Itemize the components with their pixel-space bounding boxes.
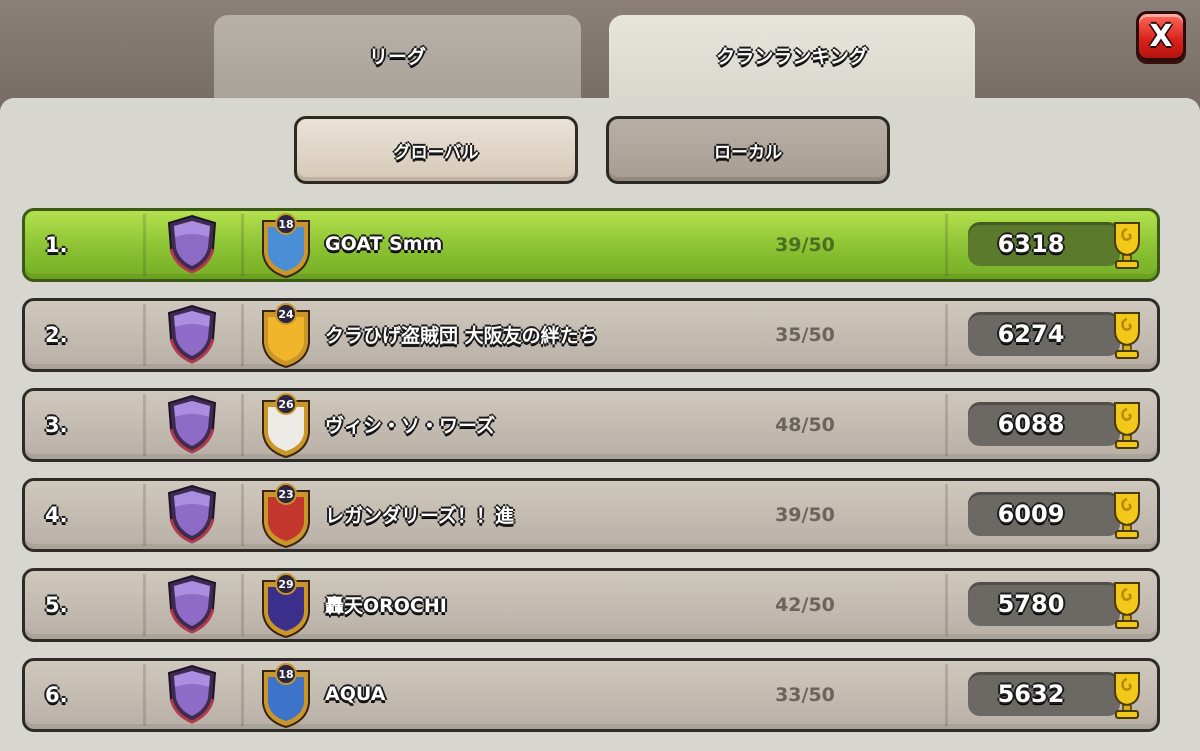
clan-level: 29 [278,578,293,591]
row-divider [241,574,244,636]
clan-level: 18 [278,668,293,681]
rank-number: 2. [45,323,68,347]
row-divider [143,214,146,276]
legend-league-icon [167,394,217,454]
flame-badge-icon: 29 [262,573,310,639]
clan-row[interactable]: 2. 24 クラひげ盗賊団 大阪友の絆たち 35/50 6274 [22,298,1160,372]
row-divider [241,484,244,546]
clan-row[interactable]: 1. 18 GOAT Smm 39/50 6318 [22,208,1160,282]
clan-name[interactable]: ヴィシ・ソ・ワーズ [325,391,495,457]
row-divider [241,304,244,366]
trophy-icon [1114,582,1140,629]
flame-badge-icon: 23 [262,483,310,549]
clan-name[interactable]: AQUA [325,661,385,727]
row-divider [143,304,146,366]
tab-clan-ranking[interactable]: クランランキング [609,15,975,111]
clan-row[interactable]: 3. 26 ヴィシ・ソ・ワーズ 48/50 6088 [22,388,1160,462]
row-divider [143,574,146,636]
row-divider [945,484,948,546]
clan-level: 23 [278,488,293,501]
rank-number: 4. [45,503,68,527]
member-count: 42/50 [775,594,835,616]
clan-row[interactable]: 4. 23 レガンダリーズ！！進 39/50 6009 [22,478,1160,552]
trophy-icon [1114,492,1140,539]
trophy-count: 6274 [968,312,1120,356]
row-divider [143,394,146,456]
striped-shield-badge-icon: 18 [262,663,310,729]
row-divider [241,664,244,726]
member-count: 39/50 [775,504,835,526]
blank-shield-badge-icon: 26 [262,393,310,459]
clan-name[interactable]: GOAT Smm [325,211,442,277]
rank-number: 5. [45,593,68,617]
member-count: 35/50 [775,324,835,346]
row-divider [945,214,948,276]
rank-number: 3. [45,413,68,437]
clan-name[interactable]: クラひげ盗賊団 大阪友の絆たち [325,301,598,367]
clan-row[interactable]: 5. 29 轟天OROCHI 42/50 5780 [22,568,1160,642]
clan-row[interactable]: 6. 18 AQUA 33/50 5632 [22,658,1160,732]
legend-league-icon [167,664,217,724]
member-count: 48/50 [775,414,835,436]
subtab-global[interactable]: グローバル [294,116,578,184]
rank-number: 1. [45,233,68,257]
tab-league[interactable]: リーグ [214,15,581,111]
legend-league-icon [167,304,217,364]
fire-shield-badge-icon: 18 [262,213,310,279]
close-button[interactable]: X [1136,11,1186,61]
member-count: 39/50 [775,234,835,256]
trophy-icon [1114,222,1140,269]
lightning-badge-icon: 24 [262,303,310,369]
legend-league-icon [167,214,217,274]
rank-number: 6. [45,683,68,707]
subtab-local[interactable]: ローカル [606,116,890,184]
trophy-icon [1114,402,1140,449]
trophy-icon [1114,312,1140,359]
clan-name[interactable]: レガンダリーズ！！進 [325,481,514,547]
legend-league-icon [167,574,217,634]
row-divider [241,394,244,456]
trophy-count: 5632 [968,672,1120,716]
clan-level: 24 [278,308,294,321]
row-divider [945,574,948,636]
row-divider [143,484,146,546]
window-frame [0,0,1200,110]
legend-league-icon [167,484,217,544]
row-divider [945,304,948,366]
row-divider [945,664,948,726]
trophy-icon [1114,672,1140,719]
trophy-count: 6009 [968,492,1120,536]
member-count: 33/50 [775,684,835,706]
trophy-count: 6318 [968,222,1120,266]
row-divider [143,664,146,726]
row-divider [945,394,948,456]
trophy-count: 5780 [968,582,1120,626]
row-divider [241,214,244,276]
clan-level: 18 [278,218,293,231]
trophy-count: 6088 [968,402,1120,446]
clan-level: 26 [278,398,294,411]
clan-name[interactable]: 轟天OROCHI [325,571,447,637]
